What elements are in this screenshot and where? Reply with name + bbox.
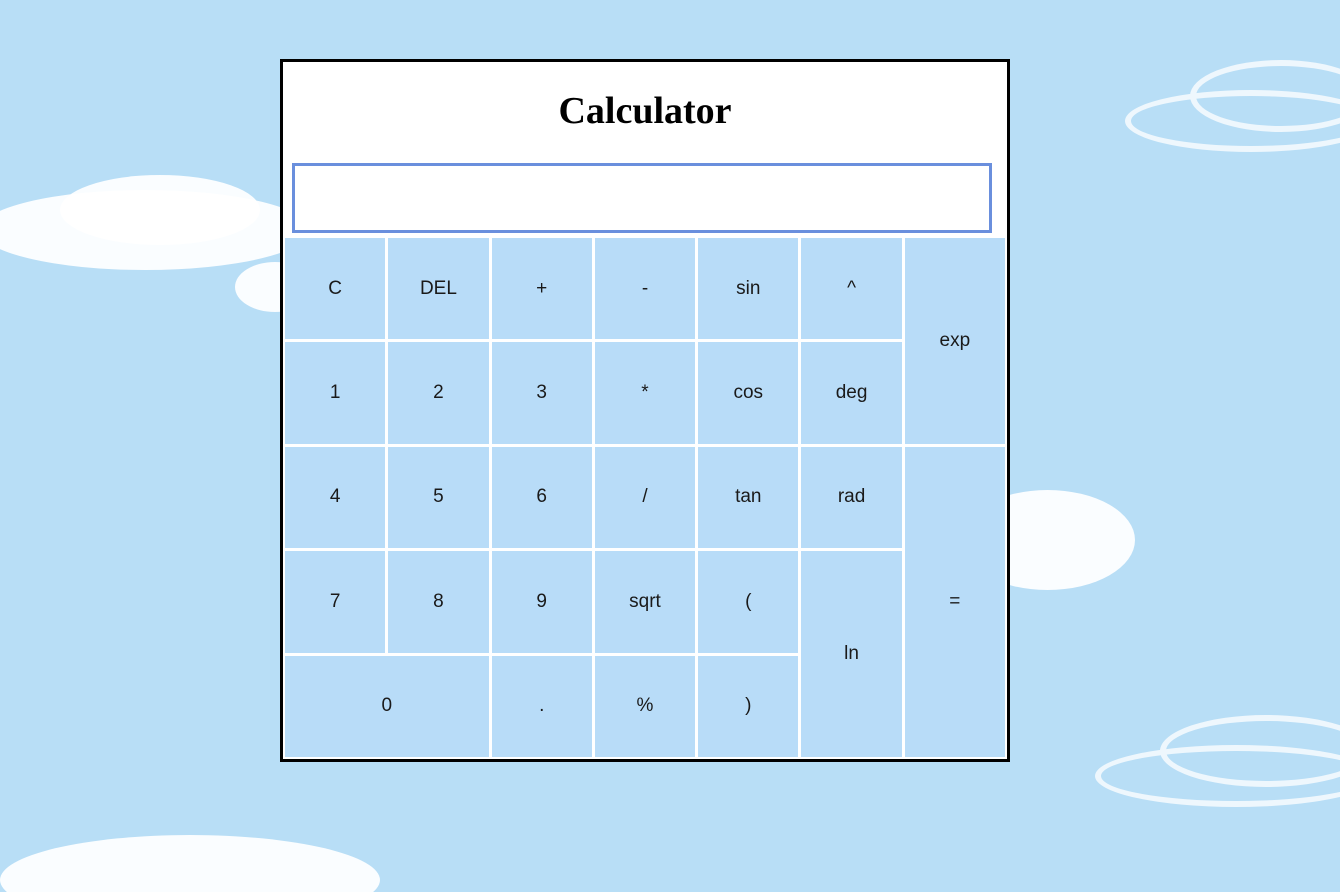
open-paren-button[interactable]: (: [698, 551, 799, 653]
digit-5-button[interactable]: 5: [388, 446, 489, 549]
digit-6-button[interactable]: 6: [491, 446, 592, 549]
plus-button[interactable]: +: [491, 238, 592, 340]
digit-0-button[interactable]: 0: [285, 655, 489, 757]
calculator-display[interactable]: [292, 163, 992, 233]
cos-button[interactable]: cos: [698, 342, 799, 444]
deg-button[interactable]: deg: [801, 342, 902, 444]
digit-7-button[interactable]: 7: [285, 551, 386, 653]
keypad: C DEL + - sin ^ exp 1 2 3 * cos deg 4 5 …: [285, 238, 1005, 757]
rad-button[interactable]: rad: [801, 446, 902, 549]
clear-button[interactable]: C: [285, 238, 386, 340]
sqrt-button[interactable]: sqrt: [594, 551, 696, 653]
digit-1-button[interactable]: 1: [285, 342, 386, 444]
divide-button[interactable]: /: [594, 446, 696, 549]
digit-9-button[interactable]: 9: [491, 551, 592, 653]
digit-2-button[interactable]: 2: [388, 342, 489, 444]
digit-8-button[interactable]: 8: [388, 551, 489, 653]
ln-button[interactable]: ln: [801, 551, 902, 757]
minus-button[interactable]: -: [594, 238, 696, 340]
equals-button[interactable]: =: [904, 446, 1005, 757]
sin-button[interactable]: sin: [698, 238, 799, 340]
tan-button[interactable]: tan: [698, 446, 799, 549]
exp-button[interactable]: exp: [904, 238, 1005, 444]
digit-4-button[interactable]: 4: [285, 446, 386, 549]
close-paren-button[interactable]: ): [698, 655, 799, 757]
delete-button[interactable]: DEL: [388, 238, 489, 340]
digit-3-button[interactable]: 3: [491, 342, 592, 444]
calculator-panel: Calculator C DEL + - sin ^ exp 1 2 3 * c…: [280, 59, 1010, 762]
decimal-button[interactable]: .: [491, 655, 592, 757]
cloud-shape: [0, 835, 380, 892]
cloud-shape: [60, 175, 260, 245]
calculator-title: Calculator: [558, 90, 732, 132]
multiply-button[interactable]: *: [594, 342, 696, 444]
power-button[interactable]: ^: [801, 238, 902, 340]
percent-button[interactable]: %: [594, 655, 696, 757]
